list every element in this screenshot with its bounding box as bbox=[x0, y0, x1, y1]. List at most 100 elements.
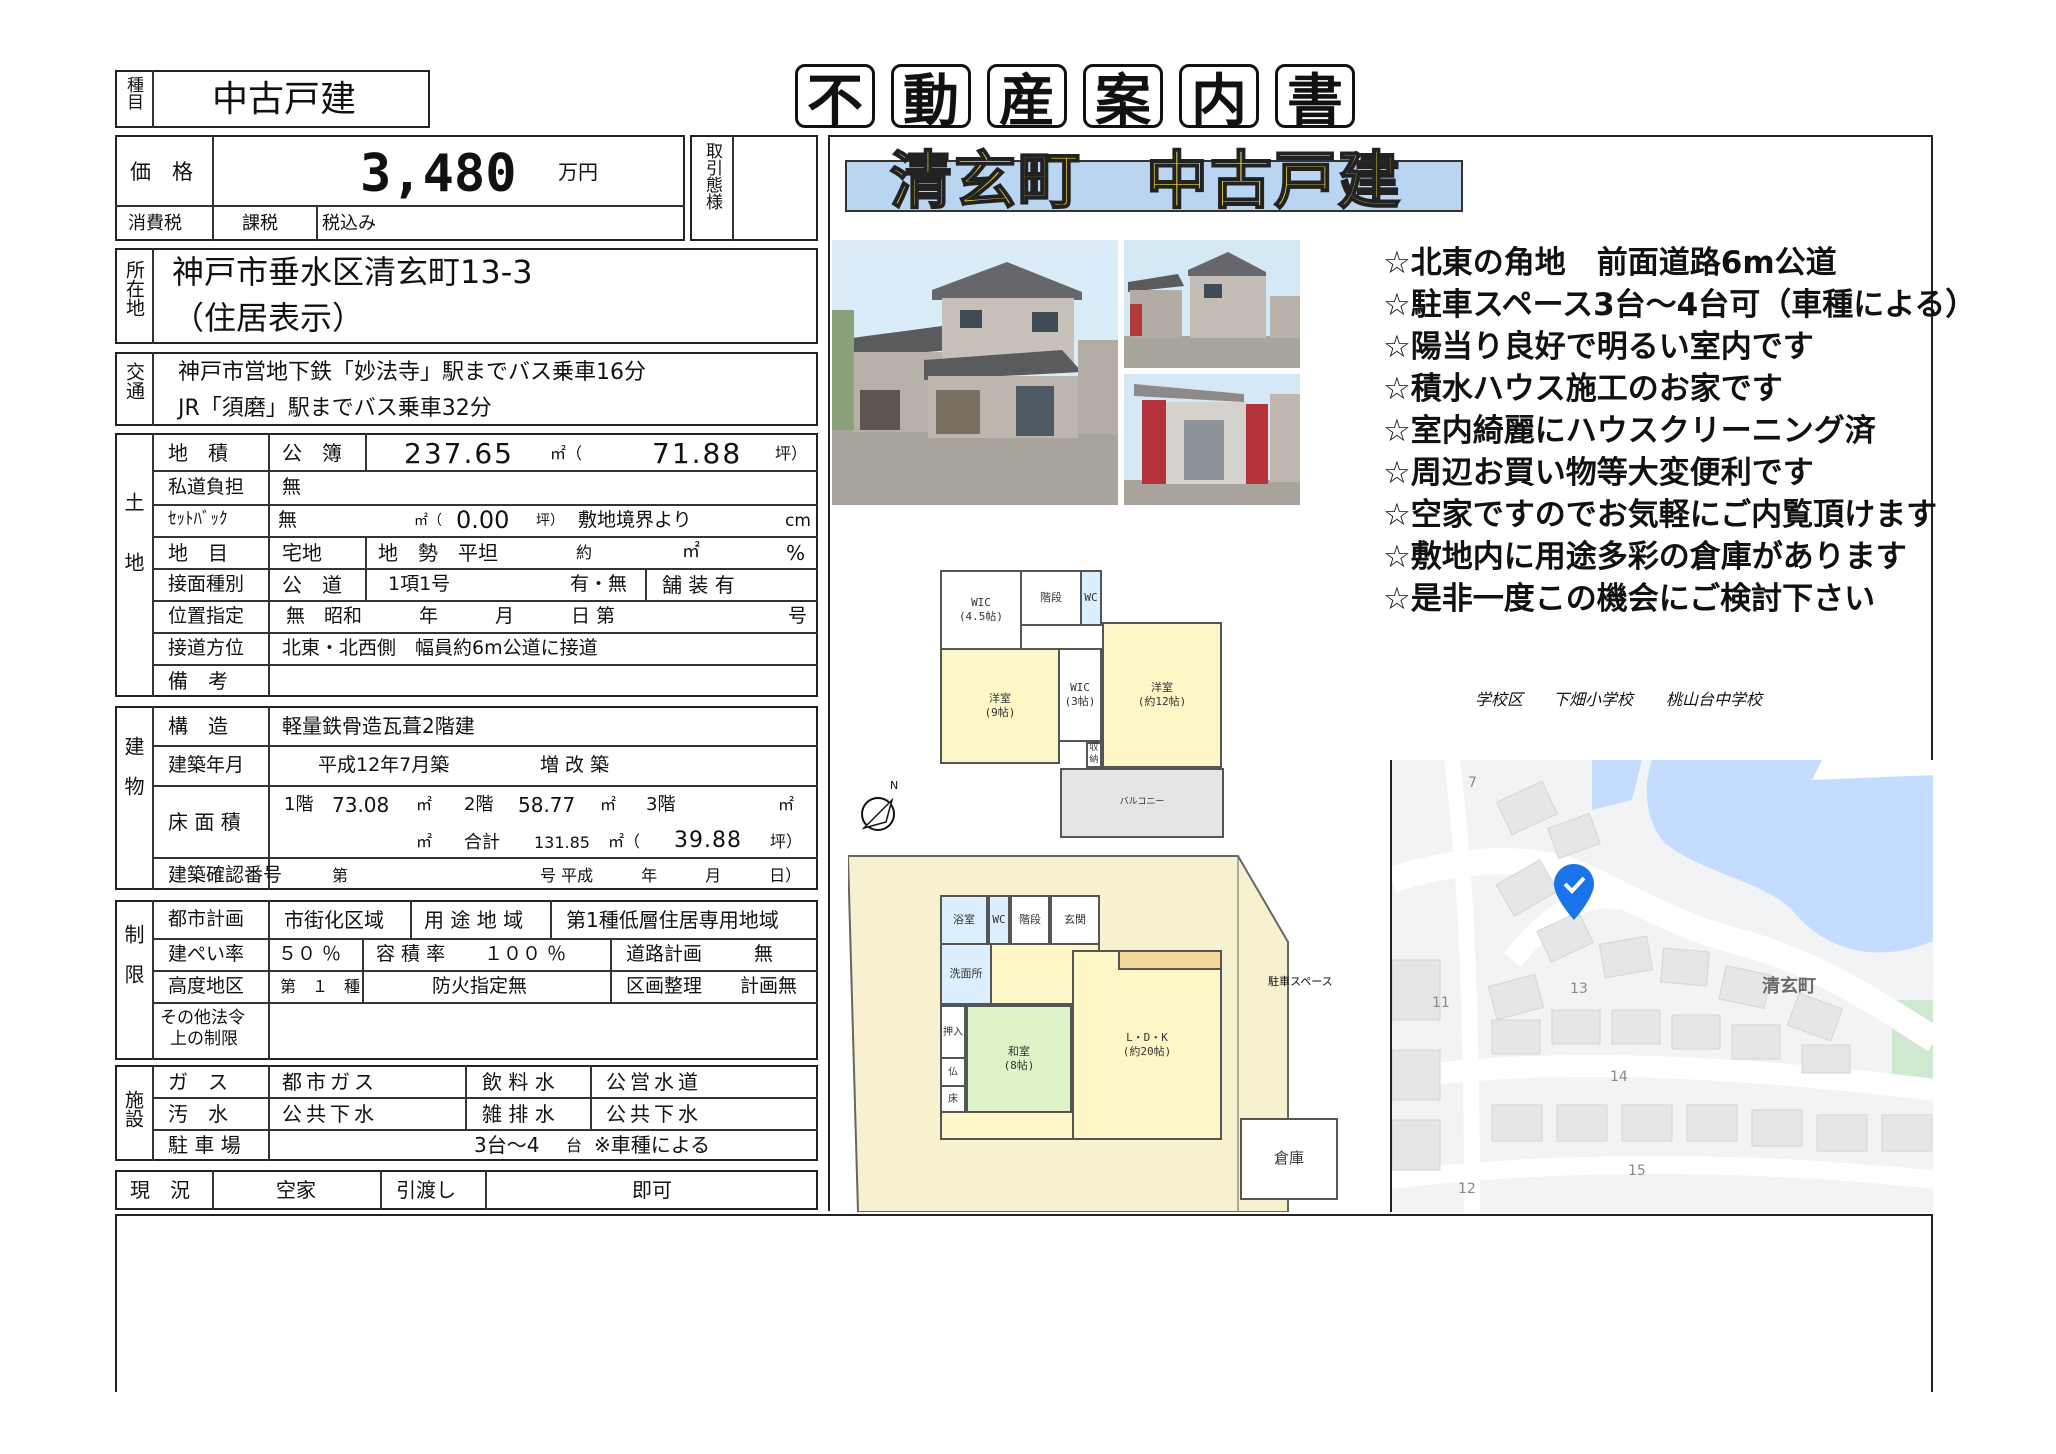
setback-label: ｾｯﾄﾊﾞｯｸ bbox=[168, 509, 228, 529]
land-section-label: 土 地 bbox=[121, 492, 145, 572]
drain-value: 公共下水 bbox=[606, 1102, 702, 1126]
upper-room-1: 洋室 (9帖) bbox=[940, 648, 1060, 764]
total-label: 合計 bbox=[464, 832, 500, 853]
map-lot-7: 7 bbox=[1468, 775, 1477, 791]
status-value: 空家 bbox=[276, 1178, 316, 1202]
remarks-label: 備 考 bbox=[168, 669, 228, 693]
building-section-label: 建 物 bbox=[121, 736, 145, 796]
city-plan-label: 都市計画 bbox=[168, 908, 245, 930]
north-arrow-icon bbox=[856, 788, 904, 836]
setback-note: 敷地境界より bbox=[578, 509, 692, 531]
upper-wic-2: WIC (3帖) bbox=[1058, 648, 1102, 742]
terrain-label: 地 勢 bbox=[378, 541, 438, 565]
chimoku-label: 地 目 bbox=[168, 541, 228, 565]
map-pin-icon[interactable] bbox=[1554, 864, 1594, 920]
lower-house-outline bbox=[940, 1113, 1074, 1140]
location-map[interactable]: 7 11 13 14 12 15 清玄町 bbox=[1390, 760, 1933, 1212]
upper-balcony: バルコニー bbox=[1060, 768, 1224, 838]
address-label: 所在地 bbox=[123, 260, 145, 317]
storage-shed-photo bbox=[1124, 374, 1300, 505]
lower-entrance: 玄関 bbox=[1050, 895, 1100, 945]
gas-label: ガ ス bbox=[168, 1070, 228, 1094]
lower-shed: 倉庫 bbox=[1240, 1118, 1338, 1200]
frontage-clause: 1項1号 bbox=[388, 573, 451, 595]
feature-9: ☆是非一度この機会にご検討下さい bbox=[1383, 581, 1876, 617]
far-label: 容 積 率 bbox=[376, 943, 446, 965]
location-label: 位置指定 bbox=[168, 605, 245, 627]
lower-stairs: 階段 bbox=[1010, 895, 1050, 945]
facilities-section-label: 施設 bbox=[122, 1090, 144, 1128]
private-road-label: 私道負担 bbox=[168, 476, 245, 498]
permit-value: 第 号 平成 年 月 日） bbox=[332, 866, 802, 885]
other-label-1: その他法令 bbox=[160, 1008, 245, 1028]
kind-divider bbox=[152, 70, 154, 128]
lower-ldk: L・D・K (約20帖) bbox=[1072, 950, 1222, 1140]
map-town-label: 清玄町 bbox=[1762, 976, 1816, 997]
floor-extra-unit: ㎡ bbox=[416, 832, 433, 851]
address-line1: 神戸市垂水区清玄町13-3 bbox=[172, 253, 533, 291]
road-plan-value: 無 bbox=[754, 943, 774, 965]
north-label: N bbox=[890, 779, 899, 792]
handover-label: 引渡し bbox=[396, 1178, 456, 1202]
frontage-yn: 有・無 bbox=[570, 573, 628, 595]
floor2-unit: ㎡ bbox=[600, 795, 617, 814]
lower-ldk-kitchen bbox=[1118, 950, 1222, 970]
status-label: 現 況 bbox=[130, 1178, 190, 1202]
land-area-tsubo-unit: 坪） bbox=[775, 444, 808, 463]
feature-7: ☆空家ですのでお気軽にご内覧頂けます bbox=[1383, 497, 1938, 533]
water-label: 飲 料 水 bbox=[482, 1070, 555, 1094]
total-value: 131.85 bbox=[534, 833, 590, 852]
frontage-type-value: 公 道 bbox=[282, 573, 342, 597]
feature-4: ☆積水ハウス施工のお家です bbox=[1383, 371, 1783, 407]
location-no: 号 bbox=[788, 605, 808, 627]
upper-room-2: 洋室 (約12帖) bbox=[1102, 622, 1222, 768]
map-lot-13: 13 bbox=[1570, 981, 1588, 997]
upper-wc: WC bbox=[1080, 570, 1102, 626]
upper-stairs: 階段 bbox=[1020, 570, 1082, 626]
location-value: 無 昭和 年 月 日 第 bbox=[286, 605, 616, 627]
lower-bath: 浴室 bbox=[940, 895, 988, 945]
approx-unit-m2: ㎡ bbox=[682, 541, 700, 562]
bcr-value: ５０ ％ bbox=[278, 943, 342, 965]
approx-unit-pct: % bbox=[786, 541, 806, 565]
access-line1: 神戸市営地下鉄「妙法寺」駅までバス乗車16分 bbox=[178, 360, 646, 385]
use-zone-value: 第1種低層住居専用地域 bbox=[566, 908, 779, 932]
setback-tsubo: 0.00 bbox=[456, 506, 510, 534]
total-tsubo: 39.88 bbox=[674, 828, 742, 853]
school-label: 学校区 bbox=[1475, 690, 1524, 709]
feature-3: ☆陽当り良好で明るい室内です bbox=[1383, 329, 1814, 365]
floor3-label: 3階 bbox=[646, 794, 676, 815]
title-glyph-6: 書 bbox=[1275, 64, 1355, 134]
approx-label: 約 bbox=[576, 543, 593, 562]
far-value: １００ ％ bbox=[484, 943, 567, 965]
price-label: 価 格 bbox=[130, 160, 193, 184]
kind-label: 種目 bbox=[123, 76, 143, 110]
lower-washitsu: 和室 (8帖) bbox=[966, 1005, 1072, 1113]
terrain-value: 平坦 bbox=[458, 541, 498, 565]
kind-value: 中古戸建 bbox=[212, 79, 357, 120]
sewage-value: 公共下水 bbox=[282, 1102, 378, 1126]
floor1-value: 73.08 bbox=[332, 793, 390, 817]
readjust-label: 区画整理 bbox=[626, 975, 703, 997]
restrictions-section-label: 制 限 bbox=[121, 924, 145, 984]
gas-value: 都市ガス bbox=[282, 1070, 378, 1094]
handover-value: 即可 bbox=[632, 1178, 672, 1202]
lower-alcove: 床 bbox=[940, 1085, 966, 1113]
lower-wc: WC bbox=[988, 895, 1010, 945]
upper-wic-1: WIC (4.5帖) bbox=[940, 570, 1022, 650]
lower-washroom: 洗面所 bbox=[940, 943, 992, 1005]
lower-altar: 仏 bbox=[940, 1057, 966, 1087]
map-lot-14: 14 bbox=[1610, 1069, 1628, 1085]
frontage-type-label: 接面種別 bbox=[168, 573, 245, 595]
land-area-label: 地 積 bbox=[168, 441, 228, 465]
use-zone-label: 用 途 地 域 bbox=[424, 908, 524, 932]
tax-included: 税込み bbox=[322, 213, 376, 234]
parking-note: ※車種による bbox=[594, 1133, 711, 1157]
floor1-unit: ㎡ bbox=[416, 795, 433, 814]
status-box bbox=[115, 1170, 818, 1210]
total-unit: ㎡（ bbox=[608, 832, 641, 851]
direction-value: 北東・北西側 幅員約6m公道に接道 bbox=[282, 637, 598, 659]
land-area-type: 公 簿 bbox=[282, 441, 342, 465]
land-area-m2-unit: ㎡（ bbox=[550, 444, 583, 463]
structure-label: 構 造 bbox=[168, 714, 228, 738]
